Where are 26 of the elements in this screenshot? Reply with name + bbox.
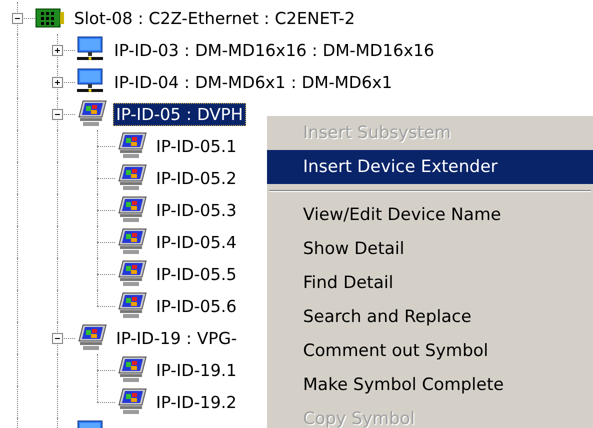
collapse-toggle[interactable]: [52, 109, 63, 120]
expand-toggle[interactable]: [52, 45, 63, 56]
tree-item[interactable]: IP-ID-19.1: [153, 358, 240, 382]
tree-item[interactable]: IP-ID-03 : DM-MD16x16 : DM-MD16x16: [111, 38, 438, 62]
collapse-toggle[interactable]: [12, 13, 23, 24]
tree-item[interactable]: IP-ID-05.3: [153, 198, 240, 222]
menu-item[interactable]: Insert Device Extender: [267, 150, 593, 184]
menu-item[interactable]: Search and Replace: [267, 300, 593, 334]
tree-item[interactable]: Slot-08 : C2Z-Ethernet : C2ENET-2: [71, 6, 358, 30]
tree-item[interactable]: IP-ID-19.2: [153, 390, 240, 414]
menu-item[interactable]: Find Detail: [267, 266, 593, 300]
menu-item[interactable]: Comment out Symbol: [267, 334, 593, 368]
menu-item[interactable]: Show Detail: [267, 232, 593, 266]
tree-item[interactable]: IP-ID-05.2: [153, 166, 240, 190]
menu-item[interactable]: Make Symbol Complete: [267, 368, 593, 402]
collapse-toggle[interactable]: [52, 333, 63, 344]
tree-item[interactable]: IP-ID-05 : DVPH: [113, 102, 246, 126]
circuit-card-icon: [35, 7, 65, 29]
expand-toggle[interactable]: [52, 77, 63, 88]
tree-item[interactable]: IP-ID-05.4: [153, 230, 240, 254]
menu-item[interactable]: View/Edit Device Name: [267, 198, 593, 232]
tree-item[interactable]: IP-ID-19 : VPG-: [113, 326, 240, 350]
tree-item[interactable]: IP-ID-04 : DM-MD6x1 : DM-MD6x1: [111, 70, 396, 94]
tree-item[interactable]: IP-ID-05.6: [153, 294, 240, 318]
tree-item[interactable]: IP-ID-05.1: [153, 134, 240, 158]
tree-item[interactable]: IP-ID-05.5: [153, 262, 240, 286]
